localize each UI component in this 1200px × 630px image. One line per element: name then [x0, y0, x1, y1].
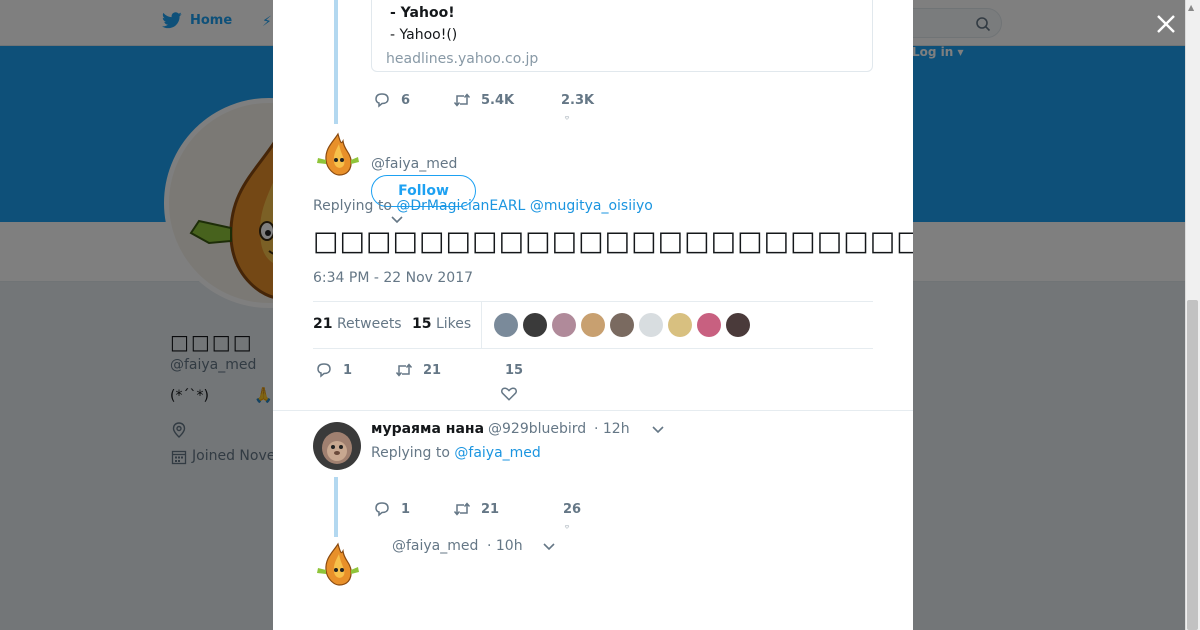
scroll-up-arrow-icon[interactable]: ▲	[1188, 3, 1194, 12]
reply-time[interactable]: · 12h	[594, 421, 630, 437]
chevron-down-icon[interactable]	[390, 215, 404, 225]
liker-avatar[interactable]	[523, 313, 547, 337]
retweets-stat[interactable]: 21 Retweets	[313, 316, 402, 332]
retweet-action[interactable]: 5.4K	[453, 91, 553, 109]
hedgehog-avatar-image	[313, 422, 361, 470]
liker-avatar[interactable]	[639, 313, 663, 337]
reply-icon	[375, 93, 389, 108]
retweet-count: 21	[423, 362, 442, 378]
tweet-timestamp[interactable]: 6:34 PM - 22 Nov 2017	[313, 270, 473, 286]
reply-actions: 1 21 26	[373, 500, 623, 518]
retweet-icon	[453, 93, 471, 107]
likes-count: 15	[412, 316, 432, 332]
liker-avatar[interactable]	[668, 313, 692, 337]
reply-author-name[interactable]: мураяма нана	[371, 421, 484, 437]
like-action[interactable]: 15	[505, 363, 565, 378]
next-tweet-handle[interactable]: @faiya_med	[392, 538, 478, 554]
retweet-count: 21	[481, 501, 500, 517]
chevron-down-icon[interactable]	[542, 542, 556, 552]
flame-mascot-image	[313, 540, 361, 588]
reply-count: 1	[401, 501, 411, 517]
thread-connector	[334, 0, 338, 124]
liker-avatar[interactable]	[726, 313, 750, 337]
like-action[interactable]: 2.3K	[553, 93, 633, 108]
card-domain: headlines.yahoo.co.jp	[386, 51, 539, 67]
separator	[273, 410, 913, 411]
stat-divider	[481, 302, 482, 348]
next-tweet-avatar[interactable]	[313, 540, 361, 588]
tweet-actions: 1 21 15	[315, 361, 565, 379]
reply-author-handle[interactable]: @929bluebird	[488, 421, 586, 437]
like-action[interactable]: 26	[563, 502, 623, 517]
tweet-author-handle[interactable]: @faiya_med	[371, 156, 457, 172]
replying-to-label: Replying to	[313, 198, 397, 214]
reply-action[interactable]: 1	[315, 361, 395, 379]
mention-link[interactable]: @mugitya_oisiiyo	[530, 198, 653, 214]
mention-link[interactable]: @faiya_med	[454, 445, 540, 461]
liker-avatar[interactable]	[610, 313, 634, 337]
previous-tweet-actions: 6 5.4K 2.3K	[373, 91, 633, 109]
retweet-icon	[395, 363, 413, 377]
reply-action[interactable]: 6	[373, 91, 453, 109]
replying-to-label: Replying to	[371, 445, 455, 461]
heart-icon[interactable]	[560, 116, 574, 120]
reply-count: 6	[401, 92, 411, 108]
likes-stat[interactable]: 15 Likes	[412, 316, 471, 332]
close-icon[interactable]	[1154, 12, 1178, 36]
retweets-count: 21	[313, 316, 333, 332]
mention-link[interactable]: @DrMagicianEARL	[396, 198, 525, 214]
card-description: - Yahoo!()	[390, 27, 458, 43]
flame-mascot-image	[313, 130, 361, 178]
tweet-permalink-modal: - Yahoo! - Yahoo!() headlines.yahoo.co.j…	[273, 0, 913, 630]
like-count: 26	[563, 501, 582, 517]
like-count: 2.3K	[561, 92, 595, 108]
tweet-author-avatar[interactable]	[313, 130, 361, 178]
retweet-action[interactable]: 21	[395, 361, 505, 379]
tweet-stats: 21 Retweets 15 Likes	[313, 301, 873, 349]
reply-icon	[375, 502, 389, 517]
reply-icon	[317, 363, 331, 378]
thread-connector	[334, 477, 338, 537]
retweet-count: 5.4K	[481, 92, 515, 108]
link-card[interactable]: - Yahoo! - Yahoo!() headlines.yahoo.co.j…	[371, 0, 873, 72]
reply-author-avatar[interactable]	[313, 422, 361, 470]
card-title: - Yahoo!	[390, 5, 455, 21]
retweet-action[interactable]: 21	[453, 500, 563, 518]
heart-icon[interactable]	[501, 386, 517, 402]
reply-count: 1	[343, 362, 353, 378]
like-count: 15	[505, 362, 524, 378]
liker-avatar[interactable]	[581, 313, 605, 337]
replying-to: Replying to @DrMagicianEARL @mugitya_ois…	[313, 198, 653, 214]
liker-avatar[interactable]	[697, 313, 721, 337]
liker-avatars	[494, 313, 750, 337]
replying-to: Replying to @faiya_med	[371, 445, 541, 461]
liker-avatar[interactable]	[552, 313, 576, 337]
tweet-text: □□□□□□□□□□□□□□□□□□□□□□□□□□□□□□□□□□□□□□□□	[313, 226, 913, 257]
retweet-icon	[453, 502, 471, 516]
next-tweet-time[interactable]: · 10h	[487, 538, 523, 554]
reply-action[interactable]: 1	[373, 500, 453, 518]
chevron-down-icon[interactable]	[651, 425, 665, 435]
heart-icon[interactable]	[560, 525, 574, 529]
retweets-label: Retweets	[336, 316, 402, 332]
scrollbar-thumb[interactable]	[1187, 300, 1198, 630]
liker-avatar[interactable]	[494, 313, 518, 337]
likes-label: Likes	[435, 316, 472, 332]
